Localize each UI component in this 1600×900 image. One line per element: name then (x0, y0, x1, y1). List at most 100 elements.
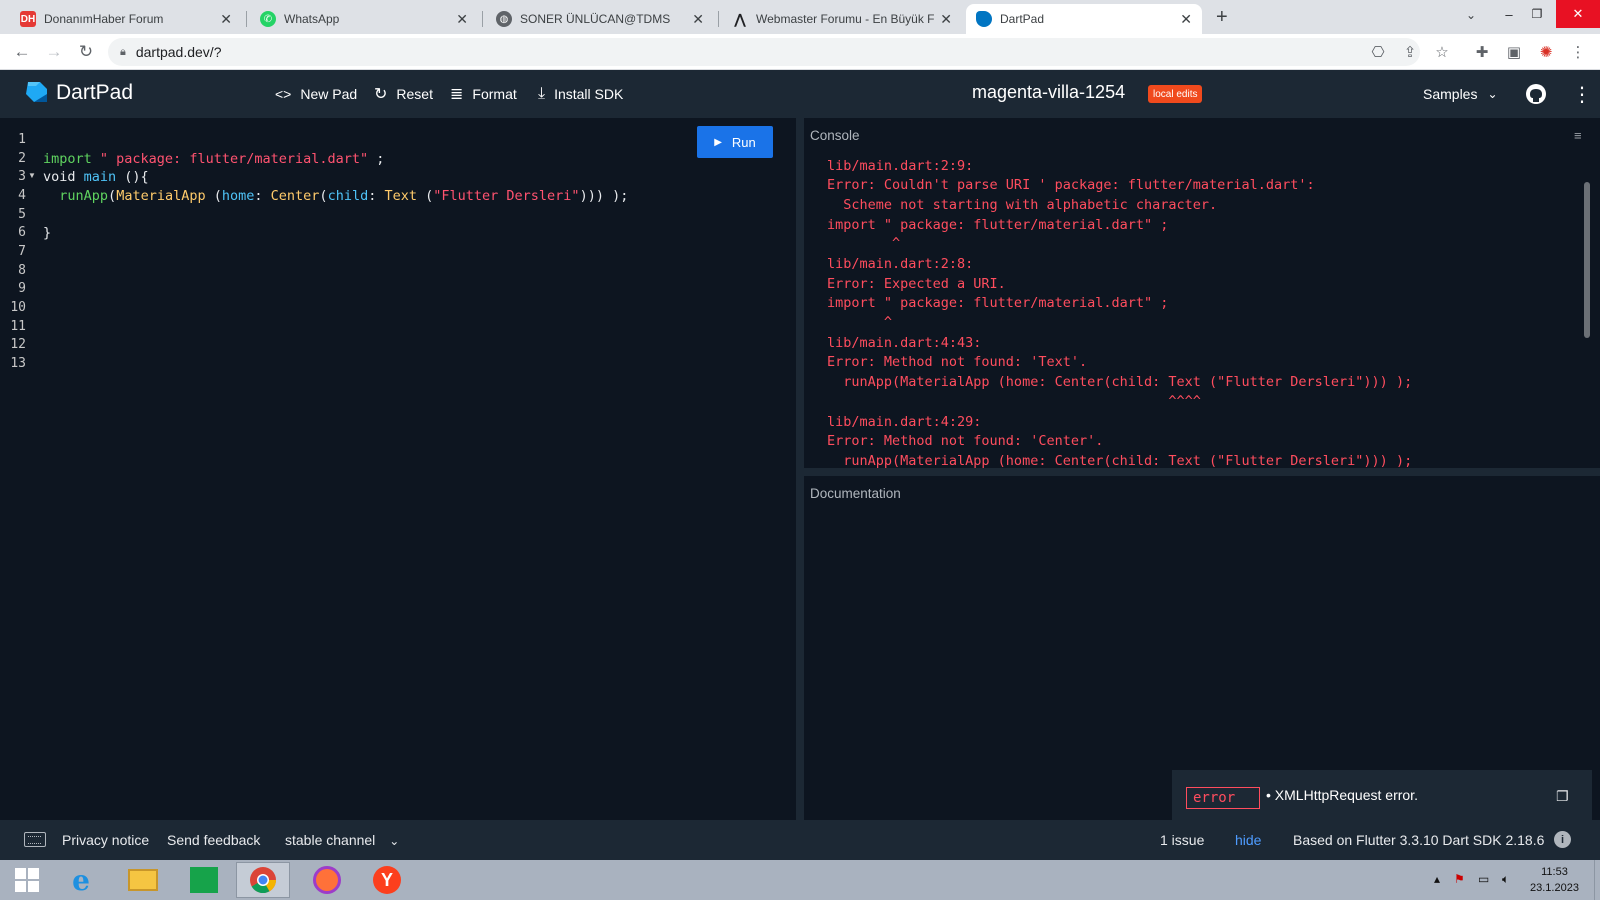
reload-icon[interactable]: ↻ (74, 40, 98, 64)
line-number: 11 (10, 319, 26, 334)
bookmark-star-icon[interactable]: ☆ (1430, 40, 1454, 64)
dartpad-icon (976, 11, 992, 27)
chrome-menu-icon[interactable]: ⋮ (1566, 40, 1590, 64)
code-line-3: void main (){ (43, 169, 149, 185)
close-window-icon[interactable]: ✕ (1556, 0, 1600, 28)
issue-count[interactable]: 1 issue (1160, 832, 1204, 848)
url-text: dartpad.dev/? (135, 44, 222, 60)
issue-message: • XMLHttpRequest error. (1266, 787, 1418, 803)
console-panel[interactable]: Console ≡ lib/main.dart:2:9: Error: Coul… (804, 118, 1600, 468)
hide-issues-link[interactable]: hide (1235, 832, 1261, 848)
globe-icon: ◍ (496, 11, 512, 27)
tab-title: SONER ÜNLÜCAN@TDMS (520, 12, 671, 26)
console-line: Scheme not starting with alphabetic char… (827, 197, 1218, 213)
restore-icon[interactable]: ❐ (1516, 0, 1558, 28)
tab-search-chevron-icon[interactable]: ⌄ (1466, 8, 1476, 22)
share-icon[interactable]: ⇪ (1398, 40, 1422, 64)
pad-name[interactable]: magenta-villa-1254 (972, 82, 1125, 103)
keyboard-icon[interactable] (24, 832, 46, 847)
start-button[interactable] (0, 862, 54, 898)
internet-explorer-icon: e (72, 863, 90, 897)
internet-explorer-app[interactable]: e (54, 862, 108, 898)
documentation-label: Documentation (810, 486, 901, 501)
send-feedback-link[interactable]: Send feedback (167, 832, 260, 848)
tray-expand-icon[interactable]: ▴ (1434, 872, 1440, 886)
browser-tab-strip: DH DonanımHaber Forum ✕ ✆ WhatsApp ✕ ◍ S… (0, 0, 1600, 34)
console-line: Error: Expected a URI. (827, 276, 1006, 292)
console-menu-icon[interactable]: ≡ (1574, 128, 1582, 143)
punctuation: ( (416, 188, 434, 204)
yandex-app[interactable]: Y (360, 862, 414, 898)
line-number: 3 (18, 169, 26, 184)
code-editor[interactable]: 1 2 3 ▼ 4 5 6 7 8 9 10 11 12 13 import "… (0, 118, 796, 820)
close-icon[interactable]: ✕ (1180, 11, 1192, 28)
param-name: home (221, 188, 255, 204)
translate-icon[interactable]: ⎔ (1366, 40, 1390, 64)
new-pad-button[interactable]: <> New Pad (275, 84, 357, 104)
forward-icon[interactable]: → (42, 40, 66, 64)
show-desktop-button[interactable] (1594, 860, 1600, 900)
browser-toolbar: ← → ↻ 🔒︎ dartpad.dev/? ⎔ ⇪ ☆ ✚ ▣ ✺ ⋮ (0, 34, 1600, 70)
tab-donanimhaber[interactable]: DH DonanımHaber Forum ✕ (10, 4, 242, 34)
console-line: import " package: flutter/material.dart"… (827, 217, 1169, 233)
function-name: main (83, 169, 117, 185)
new-pad-label: New Pad (300, 86, 358, 102)
channel-dropdown[interactable]: stable channel ⌄ (285, 832, 399, 848)
console-line: runApp(MaterialApp (home: Center(child: … (827, 374, 1413, 390)
webmaster-icon: ⋀ (734, 10, 746, 27)
issue-toast[interactable]: error • XMLHttpRequest error. ❐ (1172, 770, 1592, 820)
address-bar[interactable]: 🔒︎ dartpad.dev/? (108, 38, 1420, 66)
close-icon[interactable]: ✕ (456, 11, 468, 28)
install-sdk-button[interactable]: ⤓ Install SDK (538, 84, 623, 104)
copy-icon[interactable]: ❐ (1556, 788, 1569, 805)
close-icon[interactable]: ✕ (692, 11, 704, 28)
chrome-app[interactable] (236, 862, 290, 898)
volume-icon[interactable]: 🔈︎ (1502, 872, 1509, 887)
yandex-icon: Y (373, 866, 401, 894)
line-number: 2 (18, 151, 26, 166)
dartpad-logo[interactable]: DartPad (24, 80, 133, 106)
class-name: MaterialApp (116, 188, 206, 204)
side-panel-icon[interactable]: ▣ (1502, 40, 1526, 64)
firefox-app[interactable] (300, 862, 354, 898)
line-number: 8 (18, 263, 26, 278)
run-button[interactable]: ▶ Run (697, 126, 773, 158)
tab-webmaster[interactable]: ⋀ Webmaster Forumu - En Büyük F ✕ (722, 4, 962, 34)
dart-logo-icon (26, 82, 47, 102)
chevron-down-icon: ⌄ (389, 834, 400, 848)
info-icon[interactable]: i (1554, 831, 1571, 848)
samples-dropdown[interactable]: Samples ⌄ (1423, 84, 1498, 104)
vertical-splitter[interactable] (796, 118, 804, 820)
windows-taskbar: e Y ▴ ⚑ ▭ 🔈︎ 11:53 23.1.2023 (0, 860, 1600, 900)
extensions-icon[interactable]: ✚ (1470, 40, 1494, 64)
horizontal-splitter[interactable] (804, 468, 1600, 476)
class-name: Center (270, 188, 320, 204)
fold-arrow-icon[interactable]: ▼ (28, 171, 36, 180)
new-tab-button[interactable]: + (1216, 6, 1228, 29)
tab-divider (718, 11, 719, 27)
back-icon[interactable]: ← (10, 40, 34, 64)
tab-whatsapp[interactable]: ✆ WhatsApp ✕ (250, 4, 478, 34)
file-explorer-app[interactable] (116, 862, 170, 898)
system-clock[interactable]: 11:53 23.1.2023 (1530, 864, 1579, 896)
profile-avatar-icon[interactable]: ✺ (1534, 40, 1558, 64)
punctuation: ))) ); (579, 188, 629, 204)
network-icon[interactable]: ▭ (1478, 872, 1489, 886)
more-vert-icon[interactable]: ⋮ (1572, 84, 1592, 106)
privacy-notice-link[interactable]: Privacy notice (62, 832, 149, 848)
format-button[interactable]: ≣ Format (450, 84, 517, 104)
tab-soner[interactable]: ◍ SONER ÜNLÜCAN@TDMS ✕ (486, 4, 714, 34)
close-icon[interactable]: ✕ (220, 11, 232, 28)
reset-button[interactable]: ↻ Reset (374, 84, 433, 104)
tab-dartpad[interactable]: DartPad ✕ (966, 4, 1202, 34)
install-sdk-label: Install SDK (554, 86, 624, 102)
refresh-icon: ↻ (374, 86, 388, 103)
samples-label: Samples (1423, 86, 1478, 102)
github-icon[interactable] (1525, 83, 1547, 105)
code-line-4: runApp(MaterialApp (home: Center(child: … (43, 188, 628, 204)
console-line: Error: Couldn't parse URI ' package: flu… (827, 177, 1315, 193)
store-app[interactable] (177, 862, 231, 898)
close-icon[interactable]: ✕ (940, 11, 952, 28)
console-scrollbar[interactable] (1584, 182, 1590, 338)
tray-flag-icon[interactable]: ⚑ (1454, 872, 1465, 886)
